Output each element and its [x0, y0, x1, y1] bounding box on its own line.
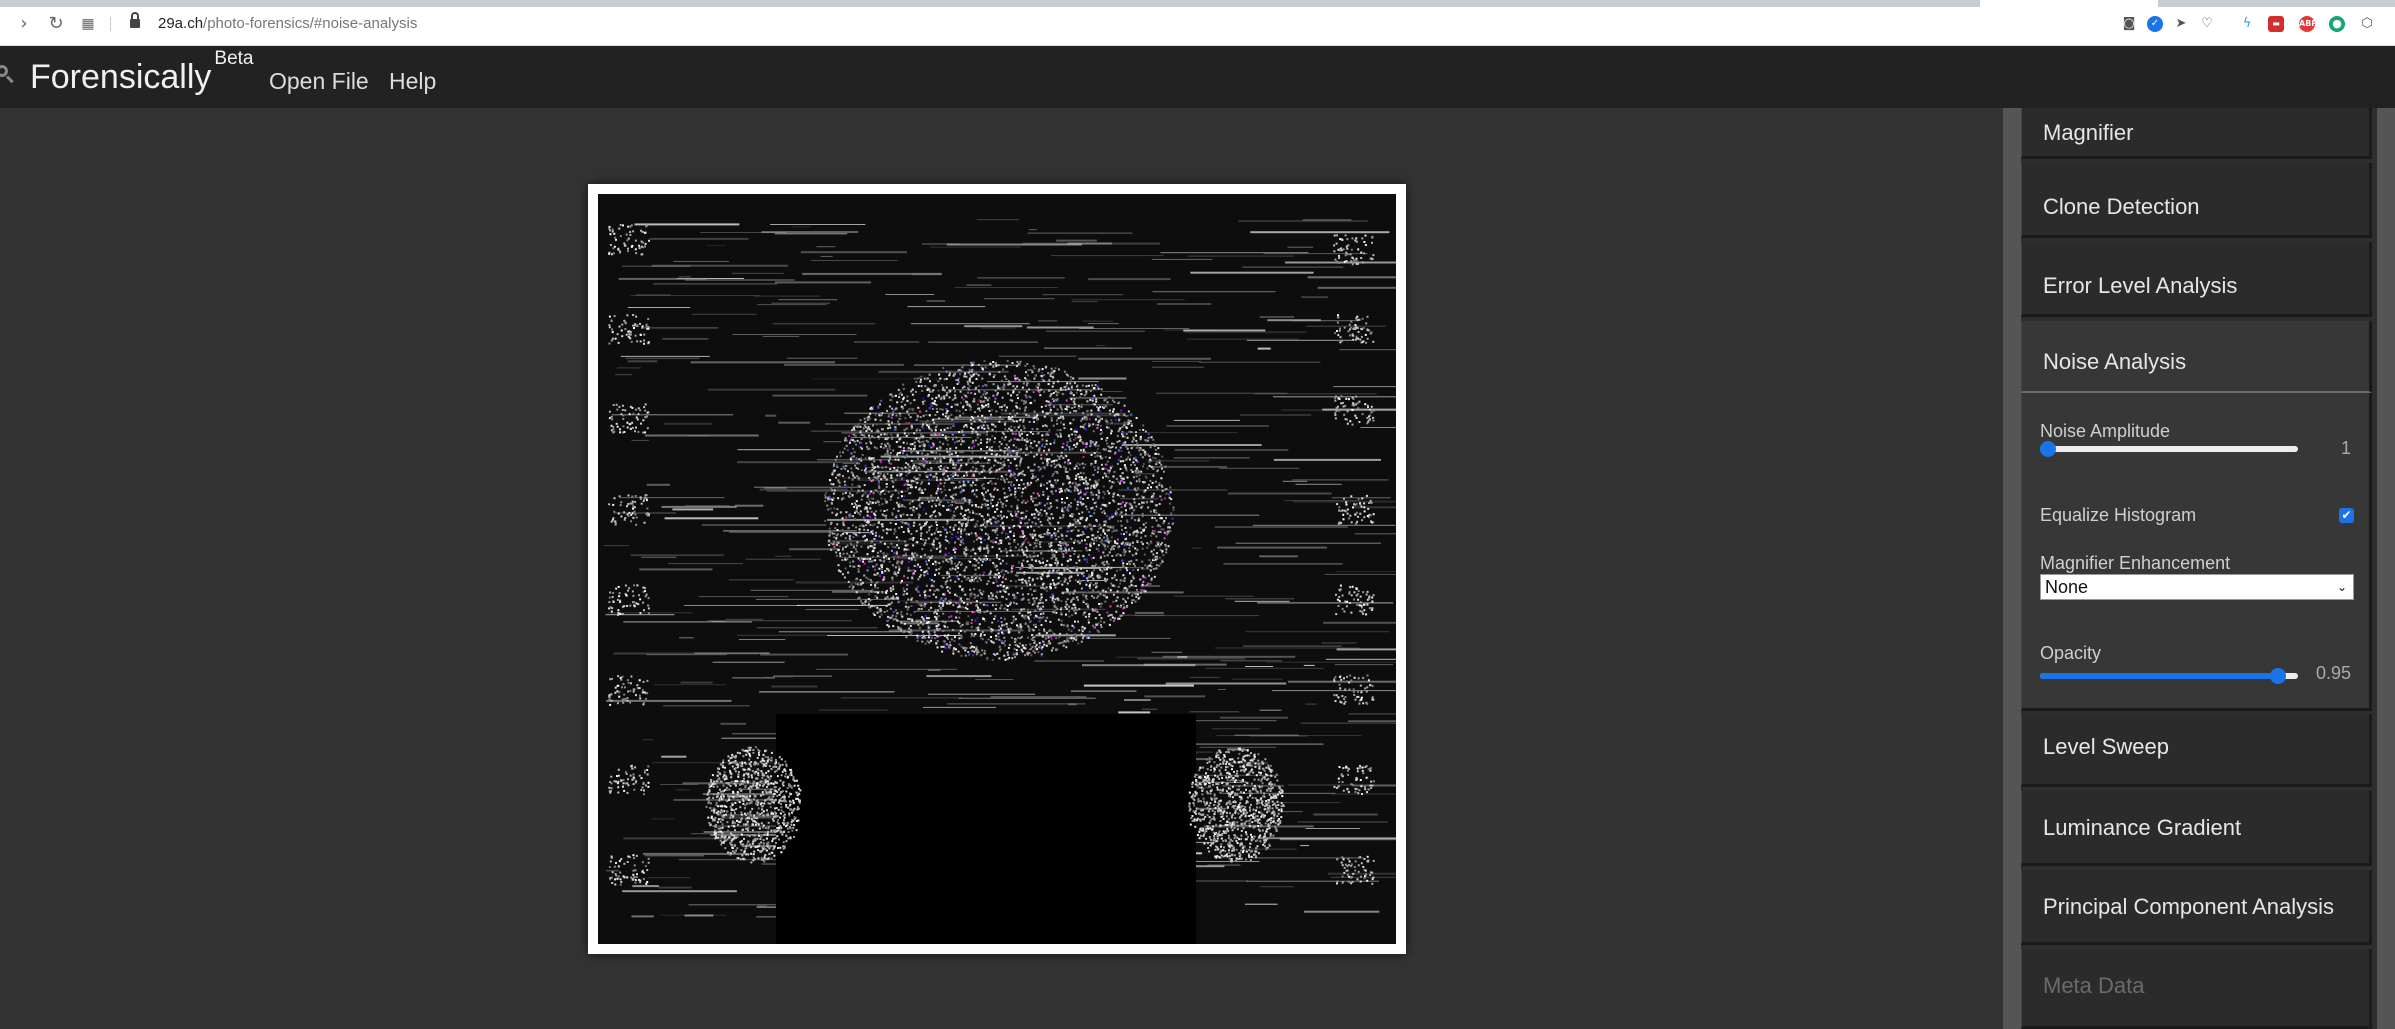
scrollbar[interactable]: [2003, 108, 2021, 1029]
app-title[interactable]: Forensically Beta: [30, 48, 253, 97]
forward-icon[interactable]: ›: [14, 14, 34, 34]
tool-principal-component-analysis[interactable]: Principal Component Analysis: [2021, 870, 2372, 945]
opacity-slider[interactable]: [2040, 668, 2298, 684]
grammarly-icon[interactable]: ●: [2329, 16, 2345, 32]
image-canvas[interactable]: [588, 184, 1406, 954]
tool-noise-analysis[interactable]: Noise Analysis: [2021, 321, 2372, 393]
tools-sidebar: Magnifier Clone Detection Error Level An…: [2021, 108, 2377, 1029]
lightning-icon[interactable]: ϟ: [2239, 16, 2255, 32]
help-link[interactable]: Help: [389, 68, 436, 95]
extension-red-icon[interactable]: ▬: [2268, 16, 2284, 32]
magnifier-enhancement-label: Magnifier Enhancement: [2040, 553, 2231, 573]
lock-icon[interactable]: [130, 12, 140, 29]
noise-analysis-panel: Noise Amplitude 1 Equalize Histogram ✔ M…: [2021, 393, 2372, 711]
noise-amplitude-thumb[interactable]: [2040, 441, 2056, 457]
tool-level-sweep[interactable]: Level Sweep: [2021, 714, 2372, 787]
adblock-icon[interactable]: ABP: [2299, 16, 2317, 32]
tool-error-level-analysis[interactable]: Error Level Analysis: [2021, 242, 2372, 317]
tab-grid-icon[interactable]: ▦: [78, 14, 98, 34]
browser-toolbar: › ↻ ▦ 29a.ch/photo-forensics/#noise-anal…: [0, 0, 2395, 46]
url-path: /photo-forensics/#noise-analysis: [203, 15, 418, 32]
loading-bar-segment: [2158, 0, 2395, 7]
tool-magnifier[interactable]: Magnifier: [2021, 108, 2372, 159]
equalize-histogram-label: Equalize Histogram: [2040, 505, 2197, 525]
tool-clone-detection[interactable]: Clone Detection: [2021, 163, 2372, 238]
camera-icon[interactable]: ◙: [2121, 16, 2137, 32]
app-title-beta: Beta: [214, 47, 254, 69]
magnifier-icon: [0, 65, 16, 84]
heart-icon[interactable]: ♡: [2199, 16, 2215, 32]
url-host: 29a.ch: [158, 15, 204, 32]
noise-amplitude-label: Noise Amplitude: [2040, 421, 2171, 441]
scrollbar-right[interactable]: [2377, 108, 2395, 1029]
loading-bar: [0, 0, 1980, 7]
package-icon[interactable]: ⬡: [2359, 16, 2375, 32]
noise-analysis-image: [598, 194, 1396, 944]
opacity-value: 0.95: [2315, 663, 2351, 683]
noise-amplitude-value: 1: [2340, 438, 2351, 458]
tool-meta-data: Meta Data: [2021, 949, 2372, 1029]
equalize-histogram-checkbox[interactable]: ✔: [2339, 508, 2354, 523]
toolbar-divider: [110, 17, 111, 31]
send-icon[interactable]: ➤: [2173, 16, 2189, 32]
opacity-thumb[interactable]: [2269, 668, 2286, 684]
magnifier-enhancement-value: None: [2045, 577, 2089, 597]
opacity-label: Opacity: [2040, 643, 2102, 663]
open-file-link[interactable]: Open File: [269, 68, 369, 95]
chevron-down-icon: ⌄: [2336, 580, 2347, 594]
noise-amplitude-slider[interactable]: [2040, 441, 2298, 457]
reload-icon[interactable]: ↻: [46, 14, 66, 34]
app-title-text: Forensically: [30, 58, 212, 96]
tool-luminance-gradient[interactable]: Luminance Gradient: [2021, 791, 2372, 866]
address-bar[interactable]: 29a.ch/photo-forensics/#noise-analysis: [158, 15, 417, 32]
opacity-fill: [2040, 673, 2286, 679]
shield-icon[interactable]: ✓: [2147, 16, 2163, 32]
magnifier-enhancement-select[interactable]: None ⌄: [2040, 574, 2354, 600]
